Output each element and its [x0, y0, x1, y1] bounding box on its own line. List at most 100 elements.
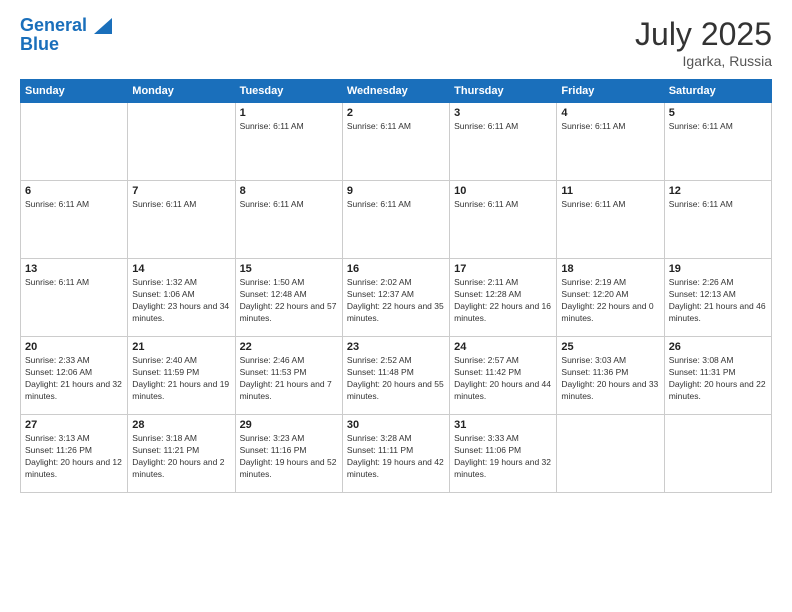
header-day: Friday	[557, 80, 664, 103]
day-info: Sunrise: 2:26 AMSunset: 12:13 AMDaylight…	[669, 277, 767, 325]
calendar-cell: 19 Sunrise: 2:26 AMSunset: 12:13 AMDaylig…	[664, 259, 771, 337]
calendar-cell: 17 Sunrise: 2:11 AMSunset: 12:28 AMDaylig…	[450, 259, 557, 337]
day-number: 11	[561, 185, 659, 197]
calendar-cell: 20 Sunrise: 2:33 AMSunset: 12:06 AMDaylig…	[21, 337, 128, 415]
calendar-cell: 10 Sunrise: 6:11 AM	[450, 181, 557, 259]
day-number: 17	[454, 263, 552, 275]
day-info: Sunrise: 6:11 AM	[25, 277, 123, 289]
header-day: Tuesday	[235, 80, 342, 103]
calendar-cell	[21, 103, 128, 181]
calendar-cell: 29 Sunrise: 3:23 AMSunset: 11:16 PMDaylig…	[235, 415, 342, 493]
day-number: 5	[669, 107, 767, 119]
day-number: 25	[561, 341, 659, 353]
calendar-cell: 2 Sunrise: 6:11 AM	[342, 103, 449, 181]
day-number: 6	[25, 185, 123, 197]
day-info: Sunrise: 3:03 AMSunset: 11:36 PMDaylight…	[561, 355, 659, 403]
calendar-cell: 14 Sunrise: 1:32 AMSunset: 1:06 AMDayligh…	[128, 259, 235, 337]
calendar-cell	[128, 103, 235, 181]
day-info: Sunrise: 3:18 AMSunset: 11:21 PMDaylight…	[132, 433, 230, 481]
calendar-cell: 16 Sunrise: 2:02 AMSunset: 12:37 AMDaylig…	[342, 259, 449, 337]
calendar: SundayMondayTuesdayWednesdayThursdayFrid…	[20, 79, 772, 493]
day-number: 23	[347, 341, 445, 353]
day-number: 3	[454, 107, 552, 119]
day-info: Sunrise: 6:11 AM	[454, 199, 552, 211]
calendar-cell: 18 Sunrise: 2:19 AMSunset: 12:20 AMDaylig…	[557, 259, 664, 337]
day-info: Sunrise: 2:02 AMSunset: 12:37 AMDaylight…	[347, 277, 445, 325]
calendar-cell: 28 Sunrise: 3:18 AMSunset: 11:21 PMDaylig…	[128, 415, 235, 493]
day-number: 24	[454, 341, 552, 353]
calendar-cell: 7 Sunrise: 6:11 AM	[128, 181, 235, 259]
location: Igarka, Russia	[635, 53, 772, 69]
day-number: 19	[669, 263, 767, 275]
day-number: 26	[669, 341, 767, 353]
calendar-cell: 8 Sunrise: 6:11 AM	[235, 181, 342, 259]
day-info: Sunrise: 6:11 AM	[669, 199, 767, 211]
day-info: Sunrise: 6:11 AM	[347, 121, 445, 133]
calendar-cell: 12 Sunrise: 6:11 AM	[664, 181, 771, 259]
logo: General Blue	[20, 16, 112, 55]
day-info: Sunrise: 6:11 AM	[454, 121, 552, 133]
day-number: 4	[561, 107, 659, 119]
day-info: Sunrise: 3:08 AMSunset: 11:31 PMDaylight…	[669, 355, 767, 403]
day-info: Sunrise: 6:11 AM	[240, 121, 338, 133]
day-info: Sunrise: 3:13 AMSunset: 11:26 PMDaylight…	[25, 433, 123, 481]
day-number: 15	[240, 263, 338, 275]
day-info: Sunrise: 1:32 AMSunset: 1:06 AMDaylight:…	[132, 277, 230, 325]
calendar-cell: 31 Sunrise: 3:33 AMSunset: 11:06 PMDaylig…	[450, 415, 557, 493]
day-info: Sunrise: 2:57 AMSunset: 11:42 PMDaylight…	[454, 355, 552, 403]
calendar-cell: 9 Sunrise: 6:11 AM	[342, 181, 449, 259]
day-number: 12	[669, 185, 767, 197]
calendar-cell: 21Sunrise: 2:40 AMSunset: 11:59 PMDaylig…	[128, 337, 235, 415]
calendar-cell: 25 Sunrise: 3:03 AMSunset: 11:36 PMDaylig…	[557, 337, 664, 415]
day-info: Sunrise: 3:28 AMSunset: 11:11 PMDaylight…	[347, 433, 445, 481]
calendar-cell: 13 Sunrise: 6:11 AM	[21, 259, 128, 337]
day-number: 29	[240, 419, 338, 431]
title-block: July 2025 Igarka, Russia	[635, 16, 772, 69]
calendar-cell: 3 Sunrise: 6:11 AM	[450, 103, 557, 181]
day-info: Sunrise: 3:23 AMSunset: 11:16 PMDaylight…	[240, 433, 338, 481]
day-number: 28	[132, 419, 230, 431]
day-info: Sunrise: 2:11 AMSunset: 12:28 AMDaylight…	[454, 277, 552, 325]
calendar-cell: 23 Sunrise: 2:52 AMSunset: 11:48 PMDaylig…	[342, 337, 449, 415]
calendar-cell: 1 Sunrise: 6:11 AM	[235, 103, 342, 181]
day-number: 8	[240, 185, 338, 197]
day-info: Sunrise: 6:11 AM	[240, 199, 338, 211]
day-number: 1	[240, 107, 338, 119]
calendar-cell: 6 Sunrise: 6:11 AM	[21, 181, 128, 259]
calendar-cell: 22Sunrise: 2:46 AMSunset: 11:53 PMDaylig…	[235, 337, 342, 415]
day-number: 27	[25, 419, 123, 431]
day-number: 31	[454, 419, 552, 431]
calendar-cell: 15 Sunrise: 1:50 AMSunset: 12:48 AMDaylig…	[235, 259, 342, 337]
header-day: Saturday	[664, 80, 771, 103]
day-number: 9	[347, 185, 445, 197]
day-info: Sunrise: 2:52 AMSunset: 11:48 PMDaylight…	[347, 355, 445, 403]
header-day: Thursday	[450, 80, 557, 103]
day-number: 2	[347, 107, 445, 119]
header-day: Monday	[128, 80, 235, 103]
day-info: Sunrise: 2:40 AMSunset: 11:59 PMDaylight…	[132, 355, 230, 403]
calendar-cell: 27 Sunrise: 3:13 AMSunset: 11:26 PMDaylig…	[21, 415, 128, 493]
day-info: Sunrise: 6:11 AM	[347, 199, 445, 211]
day-number: 13	[25, 263, 123, 275]
day-number: 7	[132, 185, 230, 197]
calendar-cell: 4 Sunrise: 6:11 AM	[557, 103, 664, 181]
day-info: Sunrise: 1:50 AMSunset: 12:48 AMDaylight…	[240, 277, 338, 325]
day-number: 20	[25, 341, 123, 353]
header-day: Wednesday	[342, 80, 449, 103]
logo-icon	[94, 18, 112, 34]
day-info: Sunrise: 6:11 AM	[561, 121, 659, 133]
calendar-cell	[664, 415, 771, 493]
day-info: Sunrise: 2:19 AMSunset: 12:20 AMDaylight…	[561, 277, 659, 325]
day-number: 14	[132, 263, 230, 275]
calendar-cell: 5Sunrise: 6:11 AM	[664, 103, 771, 181]
day-info: Sunrise: 6:11 AM	[25, 199, 123, 211]
day-info: Sunrise: 6:11 AM	[561, 199, 659, 211]
day-info: Sunrise: 2:33 AMSunset: 12:06 AMDaylight…	[25, 355, 123, 403]
day-number: 16	[347, 263, 445, 275]
day-number: 30	[347, 419, 445, 431]
calendar-cell: 26 Sunrise: 3:08 AMSunset: 11:31 PMDaylig…	[664, 337, 771, 415]
day-info: Sunrise: 3:33 AMSunset: 11:06 PMDaylight…	[454, 433, 552, 481]
day-number: 10	[454, 185, 552, 197]
day-number: 18	[561, 263, 659, 275]
day-info: Sunrise: 6:11 AM	[132, 199, 230, 211]
